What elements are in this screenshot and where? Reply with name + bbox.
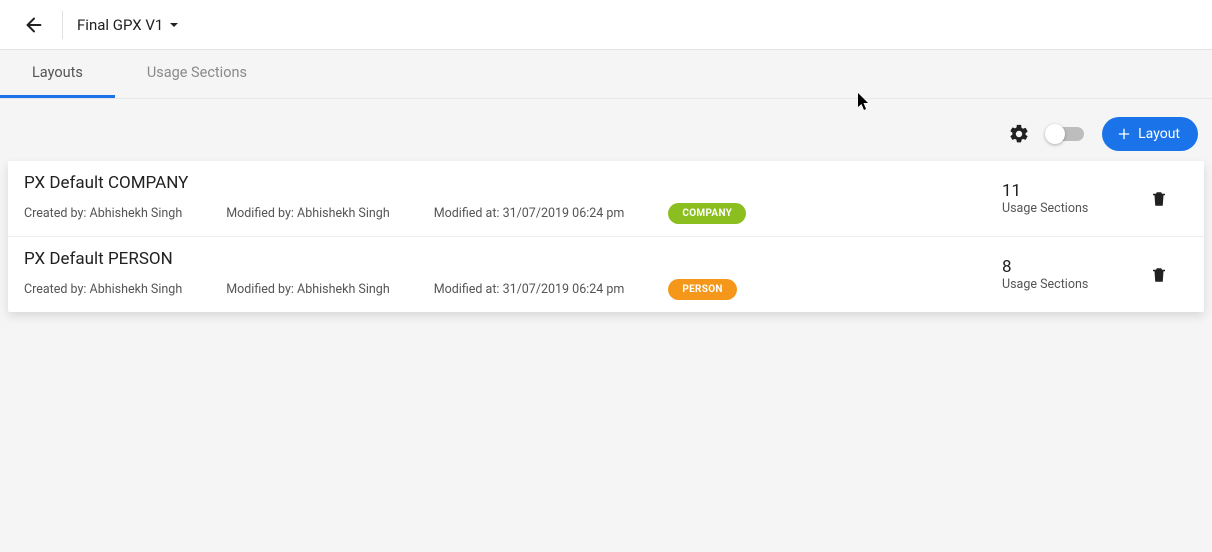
tab-usage-sections[interactable]: Usage Sections xyxy=(115,50,279,98)
created-by: Created by: Abhishekh Singh xyxy=(24,206,182,221)
row-content: PX Default COMPANY Created by: Abhishekh… xyxy=(24,173,1002,224)
tab-label: Usage Sections xyxy=(147,64,247,81)
trash-icon xyxy=(1150,190,1168,208)
row-meta: Created by: Abhishekh Singh Modified by:… xyxy=(24,279,1002,300)
usage-sections-count: 11 Usage Sections xyxy=(1002,181,1102,216)
usage-number: 8 xyxy=(1002,257,1102,277)
divider xyxy=(62,11,63,39)
layout-list: PX Default COMPANY Created by: Abhishekh… xyxy=(8,161,1204,312)
type-badge: COMPANY xyxy=(668,203,746,224)
usage-number: 11 xyxy=(1002,181,1102,201)
toggle-knob xyxy=(1045,124,1065,144)
header: Final GPX V1 xyxy=(0,0,1212,50)
layout-row[interactable]: PX Default COMPANY Created by: Abhishekh… xyxy=(8,161,1204,237)
toolbar: Layout xyxy=(0,99,1212,161)
modified-by: Modified by: Abhishekh Singh xyxy=(226,206,390,221)
add-layout-label: Layout xyxy=(1138,126,1180,142)
title-dropdown[interactable]: Final GPX V1 xyxy=(77,16,179,34)
tab-layouts[interactable]: Layouts xyxy=(0,50,115,98)
usage-label: Usage Sections xyxy=(1002,201,1102,216)
back-button[interactable] xyxy=(20,11,48,39)
delete-button[interactable] xyxy=(1150,266,1168,284)
type-badge: PERSON xyxy=(668,279,736,300)
gear-icon xyxy=(1008,123,1030,145)
row-meta: Created by: Abhishekh Singh Modified by:… xyxy=(24,203,1002,224)
layout-row[interactable]: PX Default PERSON Created by: Abhishekh … xyxy=(8,237,1204,312)
delete-button[interactable] xyxy=(1150,190,1168,208)
settings-button[interactable] xyxy=(1008,123,1030,145)
caret-down-icon xyxy=(169,20,179,30)
row-title: PX Default COMPANY xyxy=(24,173,1002,193)
trash-icon xyxy=(1150,266,1168,284)
modified-at: Modified at: 31/07/2019 06:24 pm xyxy=(434,206,625,221)
created-by: Created by: Abhishekh Singh xyxy=(24,282,182,297)
usage-sections-count: 8 Usage Sections xyxy=(1002,257,1102,292)
tabs: Layouts Usage Sections xyxy=(0,50,1212,99)
modified-by: Modified by: Abhishekh Singh xyxy=(226,282,390,297)
modified-at: Modified at: 31/07/2019 06:24 pm xyxy=(434,282,625,297)
add-layout-button[interactable]: Layout xyxy=(1102,117,1198,151)
page-title: Final GPX V1 xyxy=(77,16,163,34)
row-title: PX Default PERSON xyxy=(24,249,1002,269)
row-content: PX Default PERSON Created by: Abhishekh … xyxy=(24,249,1002,300)
view-toggle[interactable] xyxy=(1048,127,1084,141)
plus-icon xyxy=(1116,126,1132,142)
usage-label: Usage Sections xyxy=(1002,277,1102,292)
arrow-left-icon xyxy=(23,14,45,36)
tab-label: Layouts xyxy=(32,64,83,81)
